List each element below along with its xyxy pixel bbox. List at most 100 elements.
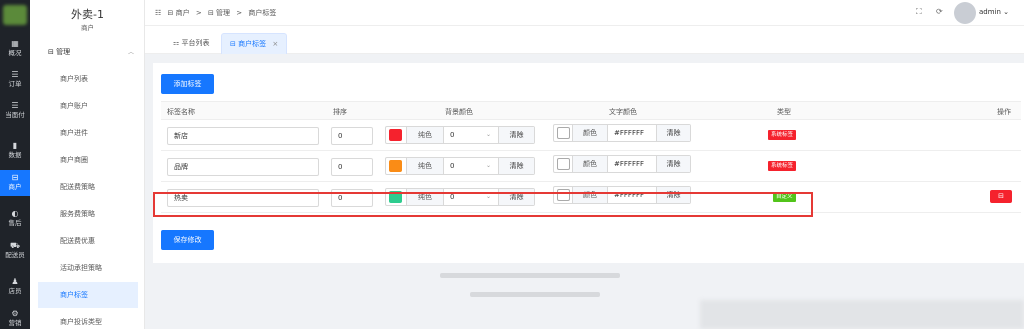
rail-item-face-pay[interactable]: ☰ 当面付: [0, 98, 30, 124]
text-color-swatch[interactable]: [557, 127, 570, 139]
text-clear-button[interactable]: 清除: [656, 156, 690, 172]
breadcrumb-manage[interactable]: ⊟ 管理: [208, 9, 230, 17]
type-badge: 系统标签: [768, 161, 797, 171]
breadcrumb-current: 商户标签: [248, 9, 277, 17]
footer-text: [440, 273, 620, 278]
menu-item-activity-policy[interactable]: 活动承担策略: [38, 255, 138, 281]
bg-clear-button[interactable]: 清除: [498, 158, 534, 174]
bg-color-swatch[interactable]: [389, 160, 402, 172]
footer-watermark: [700, 300, 1024, 329]
breadcrumb-separator: >: [236, 9, 243, 17]
rail-item-after-sales[interactable]: ◐ 售后: [0, 206, 30, 232]
menu-item-merchant-account[interactable]: 商户账户: [38, 93, 138, 119]
bg-value-select[interactable]: 0: [450, 158, 454, 174]
tab-platform-list[interactable]: ⚏ 平台列表: [165, 33, 218, 54]
rail-item-orders[interactable]: ☰ 订单: [0, 67, 30, 93]
rail-item-courier[interactable]: ⛟ 配送员: [0, 238, 30, 264]
rail-item-marketing[interactable]: ⚙ 营销: [0, 306, 30, 329]
tag-name-input[interactable]: 品牌: [167, 158, 319, 176]
menu-item-delivery-discount[interactable]: 配送费优惠: [38, 228, 138, 254]
menu-toggle-icon[interactable]: ☷: [155, 9, 161, 17]
rail-label: 店员: [8, 287, 22, 295]
headset-icon: ◐: [11, 209, 19, 218]
text-color-group: 颜色 #FFFFFF 清除: [553, 155, 691, 173]
rail-item-staff[interactable]: ♟ 店员: [0, 274, 30, 300]
column-header: 文字颜色: [609, 108, 637, 116]
breadcrumb: ☷ ⊟ 商户 > ⊟ 管理 > 商户标签: [155, 8, 280, 18]
column-header: 排序: [333, 108, 347, 116]
text-color-input[interactable]: #FFFFFF: [614, 156, 644, 172]
rail-item-merchant[interactable]: ⊟ 商户: [0, 170, 30, 196]
close-icon[interactable]: ×: [272, 40, 278, 48]
rail-label: 售后: [8, 219, 22, 227]
text-mode-label: 颜色: [572, 156, 608, 172]
footer-text: [470, 292, 600, 297]
tab-bar: ⚏ 平台列表 ⊟ 商户标签 ×: [145, 26, 1024, 54]
sort-input[interactable]: 0: [331, 127, 373, 145]
tab-merchant-tags[interactable]: ⊟ 商户标签 ×: [221, 33, 288, 54]
tab-label: ⊟ 商户标签: [230, 40, 267, 48]
rail-label: 营销: [8, 319, 22, 327]
rail-item-overview[interactable]: ▦ 概况: [0, 36, 30, 62]
chevron-down-icon: ⌄: [486, 131, 492, 138]
table-row: 品牌 0 纯色 0 ⌄ 清除 颜色 #FFFFFF 清除 系统标签: [161, 151, 1021, 182]
bar-chart-icon: ▮: [12, 141, 18, 150]
list-icon: ☰: [11, 70, 19, 79]
store-icon: ⊟: [11, 173, 19, 182]
fullscreen-icon[interactable]: ⛶: [916, 7, 922, 17]
content-card: 添加标签 标签名称 排序 背景颜色 文字颜色 类型 操作 新店 0 纯色 0 ⌄…: [153, 63, 1024, 263]
rail-item-data[interactable]: ▮ 数据: [0, 138, 30, 164]
user-menu[interactable]: admin ⌄: [979, 8, 1009, 16]
menu-item-complaint-types[interactable]: 商户投诉类型: [38, 309, 138, 329]
menu-group-label: ⊟ 管理: [48, 48, 71, 56]
text-mode-label: 颜色: [572, 125, 608, 141]
bg-color-group: 纯色 0 ⌄ 清除: [385, 157, 535, 175]
rail-label: 数据: [8, 151, 22, 159]
table-row: 新店 0 纯色 0 ⌄ 清除 颜色 #FFFFFF 清除 系统标签: [161, 120, 1021, 151]
bg-color-swatch[interactable]: [389, 129, 402, 141]
menu-item-merchant-list[interactable]: 商户列表: [38, 66, 138, 92]
brand-title: 外卖-1: [71, 8, 104, 21]
avatar[interactable]: [954, 2, 976, 24]
menu-item-merchant-onboarding[interactable]: 商户进件: [38, 120, 138, 146]
add-tag-button[interactable]: 添加标签: [161, 74, 214, 94]
rail-label: 配送员: [5, 251, 25, 259]
save-button[interactable]: 保存修改: [161, 230, 214, 250]
list-icon: ☰: [11, 101, 19, 110]
text-clear-button[interactable]: 清除: [656, 125, 690, 141]
header-actions: ⛶ ⟳ admin ⌄: [916, 0, 1024, 26]
tag-name-input[interactable]: 新店: [167, 127, 319, 145]
delete-button[interactable]: ⊟: [990, 190, 1012, 203]
column-header: 标签名称: [167, 108, 195, 116]
table-header: 标签名称 排序 背景颜色 文字颜色 类型 操作: [161, 101, 1021, 120]
chevron-up-icon: ︿: [127, 49, 134, 56]
gear-icon: ⚙: [11, 309, 19, 318]
chevron-down-icon: ⌄: [486, 162, 492, 169]
menu-item-merchant-district[interactable]: 商户商圈: [38, 147, 138, 173]
bg-color-group: 纯色 0 ⌄ 清除: [385, 126, 535, 144]
bg-clear-button[interactable]: 清除: [498, 127, 534, 143]
text-color-input[interactable]: #FFFFFF: [614, 125, 644, 141]
sort-input[interactable]: 0: [331, 158, 373, 176]
rail-label: 当面付: [5, 111, 25, 119]
rail-label: 订单: [8, 80, 22, 88]
menu-item-merchant-tags[interactable]: 商户标签: [38, 282, 138, 308]
type-badge: 系统标签: [768, 130, 797, 140]
menu-item-delivery-fee-policy[interactable]: 配送费策略: [38, 174, 138, 200]
column-header: 操作: [997, 108, 1011, 116]
dashboard-icon: ▦: [11, 39, 19, 48]
rail-label: 商户: [8, 183, 22, 191]
bg-value-select[interactable]: 0: [450, 127, 454, 143]
refresh-icon[interactable]: ⟳: [936, 7, 943, 16]
breadcrumb-merchant[interactable]: ⊟ 商户: [168, 9, 190, 17]
submenu: 外卖-1 商户 ⊟ 管理 ︿ 商户列表 商户账户 商户进件 商户商圈 配送费策略…: [30, 0, 145, 329]
bg-mode-select[interactable]: 纯色: [406, 158, 444, 174]
top-header: ☷ ⊟ 商户 > ⊟ 管理 > 商户标签 ⛶ ⟳ admin ⌄: [145, 0, 1024, 26]
menu-group-manage[interactable]: ⊟ 管理 ︿: [48, 47, 140, 59]
truck-icon: ⛟: [9, 241, 21, 250]
text-color-group: 颜色 #FFFFFF 清除: [553, 124, 691, 142]
text-color-swatch[interactable]: [557, 158, 570, 170]
menu-item-service-fee-policy[interactable]: 服务费策略: [38, 201, 138, 227]
bg-mode-select[interactable]: 纯色: [406, 127, 444, 143]
icon-rail: ▦ 概况 ☰ 订单 ☰ 当面付 ▮ 数据 ⊟ 商户 ◐ 售后 ⛟ 配送员 ♟ 店…: [0, 0, 30, 329]
